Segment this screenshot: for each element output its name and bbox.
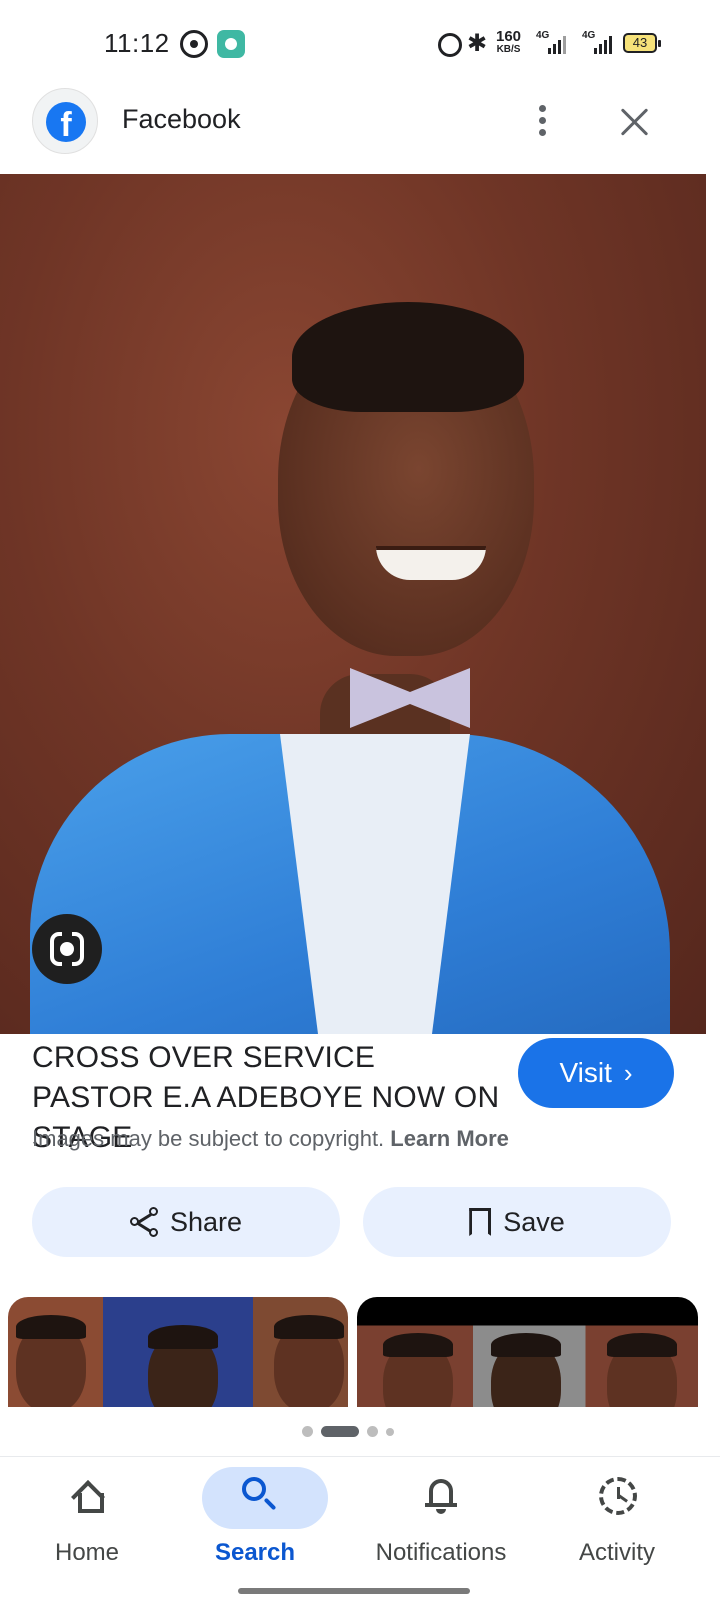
source-avatar[interactable]: f xyxy=(32,88,98,154)
save-button[interactable]: Save xyxy=(363,1187,671,1257)
close-icon[interactable] xyxy=(615,102,655,142)
network-speed-unit: KB/S xyxy=(496,44,521,55)
thumbnail-hair xyxy=(491,1333,561,1357)
network-speed: 160 KB/S xyxy=(496,28,522,56)
bell-icon xyxy=(425,1479,457,1515)
result-image[interactable] xyxy=(0,174,706,1034)
network-speed-value: 160 xyxy=(496,28,522,45)
signal-icon xyxy=(548,34,566,54)
nav-item-activity[interactable]: Activity xyxy=(532,1457,702,1600)
thumbnail-hair xyxy=(383,1333,453,1357)
chevron-right-icon: › xyxy=(623,1057,633,1088)
alarm-icon xyxy=(438,33,462,57)
nav-item-home[interactable]: Home xyxy=(2,1457,172,1600)
thumbnail-hair xyxy=(16,1315,86,1339)
system-home-indicator[interactable] xyxy=(238,1588,470,1594)
share-button[interactable]: Share xyxy=(32,1187,340,1257)
page-dot xyxy=(386,1427,394,1436)
image-smile xyxy=(376,546,486,580)
thumbnail-hair xyxy=(148,1325,218,1349)
share-label: Share xyxy=(169,1206,243,1237)
carousel-page-indicator xyxy=(302,1426,394,1437)
bookmark-icon xyxy=(469,1208,492,1236)
signal-icon xyxy=(594,34,612,54)
visit-button[interactable]: Visit › xyxy=(518,1038,674,1108)
bottom-navigation: Home Search Notifications Activity xyxy=(0,1456,720,1600)
status-time: 11:12 xyxy=(104,28,170,58)
search-icon xyxy=(242,1477,278,1513)
nav-label-notifications: Notifications xyxy=(375,1539,507,1566)
copyright-notice: Images may be subject to copyright. Lear… xyxy=(32,1126,509,1152)
google-lens-icon[interactable] xyxy=(32,914,102,984)
learn-more-link[interactable]: Learn More xyxy=(390,1126,509,1151)
copyright-text: Images may be subject to copyright. xyxy=(32,1126,385,1151)
facebook-icon: f xyxy=(46,102,86,142)
nav-label-search: Search xyxy=(214,1539,296,1566)
nav-label-home: Home xyxy=(54,1539,120,1566)
save-label: Save xyxy=(503,1206,565,1237)
nav-item-notifications[interactable]: Notifications xyxy=(356,1457,526,1600)
source-header: f Facebook xyxy=(0,88,720,174)
visit-label: Visit xyxy=(559,1057,612,1088)
bluetooth-icon: ✱ xyxy=(467,30,488,57)
share-icon xyxy=(129,1207,158,1237)
battery-icon: 43 xyxy=(623,33,661,53)
nav-item-search[interactable]: Search xyxy=(170,1457,340,1600)
home-icon xyxy=(71,1479,108,1514)
more-vert-icon[interactable] xyxy=(525,98,559,142)
related-image-thumbnail[interactable] xyxy=(357,1297,698,1407)
whatsapp-icon xyxy=(180,30,208,58)
status-bar: 11:12 ✱ 160 KB/S 4G 4G 43 xyxy=(0,0,720,88)
page-dot xyxy=(367,1426,378,1437)
image-hair xyxy=(292,302,524,412)
thumbnail-hair xyxy=(274,1315,344,1339)
nav-label-activity: Activity xyxy=(578,1539,655,1566)
related-image-thumbnail[interactable] xyxy=(8,1297,348,1407)
app-notification-icon xyxy=(217,30,245,58)
page-dot xyxy=(302,1426,313,1437)
activity-icon xyxy=(599,1477,637,1515)
page-dot-active xyxy=(321,1426,359,1437)
source-name[interactable]: Facebook xyxy=(122,104,241,135)
thumbnail-hair xyxy=(607,1333,677,1357)
